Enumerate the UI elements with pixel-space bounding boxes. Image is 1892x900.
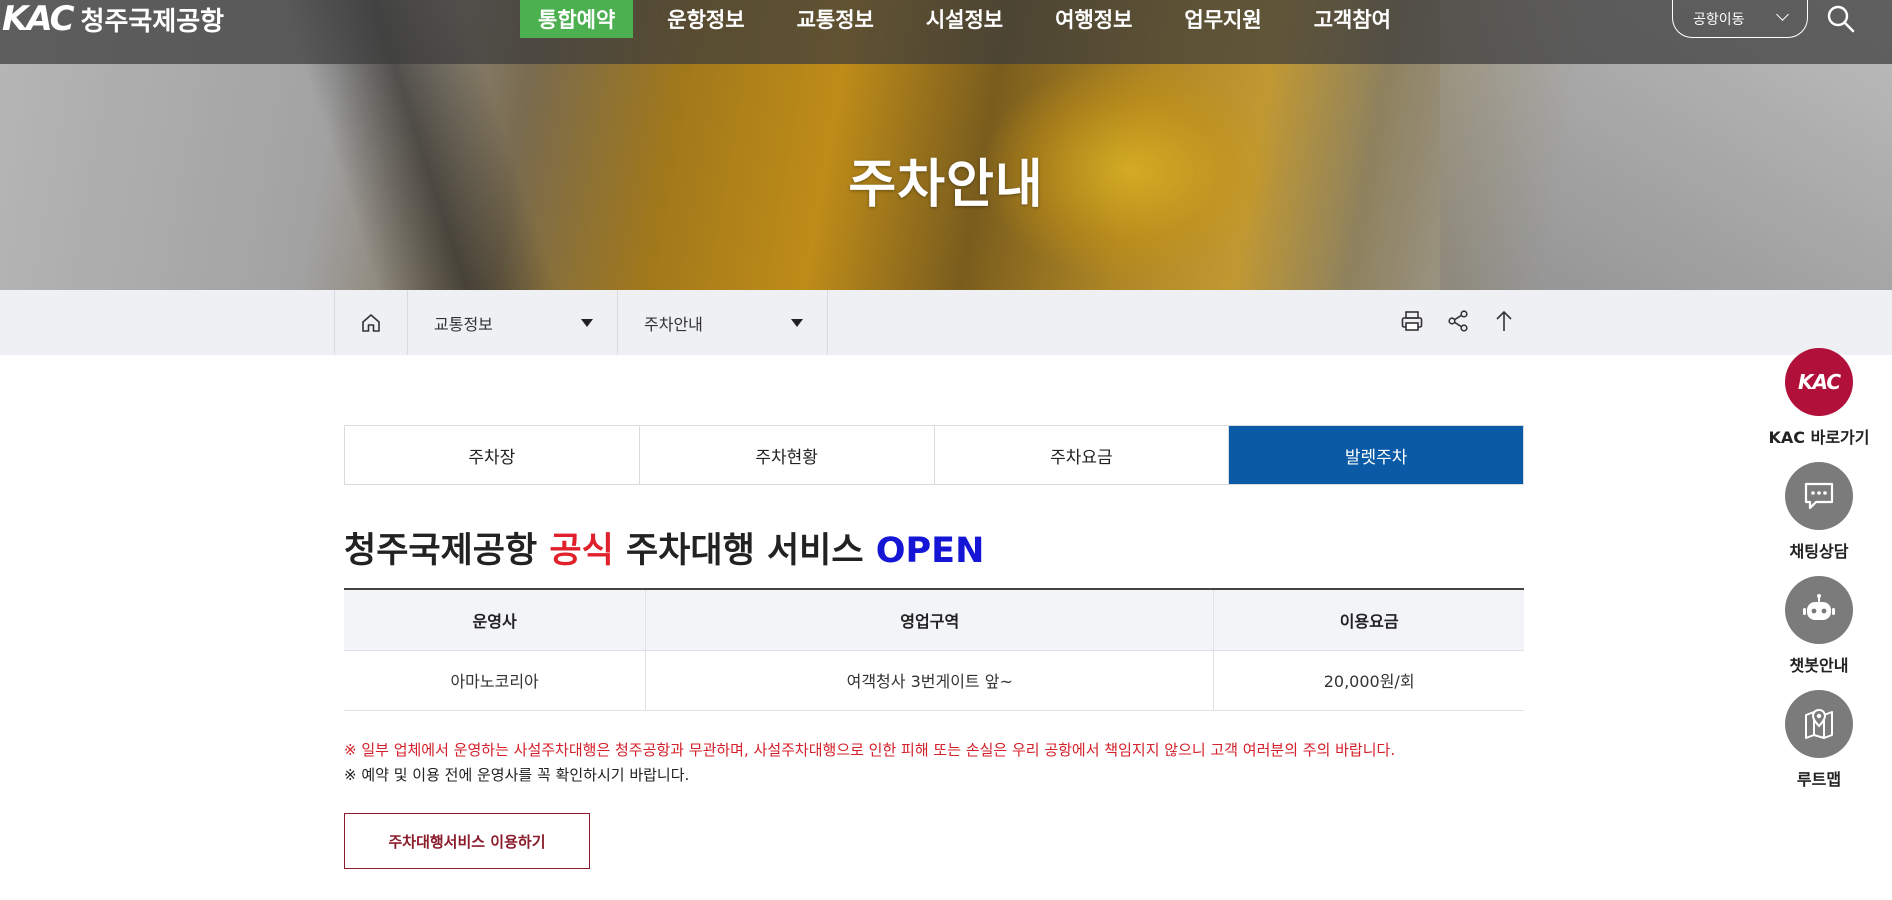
parking-tabs: 주차장 주차현황 주차요금 발렛주차 bbox=[344, 425, 1524, 485]
chevron-down-icon bbox=[1776, 8, 1789, 21]
quick-chat-consult[interactable]: 채팅상담 bbox=[1766, 462, 1872, 562]
print-icon[interactable] bbox=[1398, 307, 1426, 335]
breadcrumb: 교통정보 주차안내 bbox=[334, 290, 828, 355]
tab-parking-lot[interactable]: 주차장 bbox=[345, 426, 640, 484]
column-header-fee: 이용요금 bbox=[1213, 589, 1524, 651]
headline-open: OPEN bbox=[875, 531, 985, 571]
table-row: 아마노코리아 여객청사 3번게이트 앞~ 20,000원/회 bbox=[344, 650, 1524, 711]
breadcrumb-depth2-dropdown[interactable]: 주차안내 bbox=[618, 290, 828, 355]
page-tools bbox=[1398, 307, 1518, 335]
airport-select-label: 공항이동 bbox=[1693, 11, 1745, 28]
cell-operator: 아마노코리아 bbox=[344, 650, 647, 711]
kac-logo-icon: KAC bbox=[1785, 348, 1853, 416]
chat-icon bbox=[1785, 462, 1853, 530]
quick-chatbot[interactable]: 챗봇안내 bbox=[1766, 576, 1872, 676]
valet-service-button[interactable]: 주차대행서비스 이용하기 bbox=[344, 813, 590, 869]
breadcrumb-depth2-label: 주차안내 bbox=[644, 314, 703, 334]
quick-label: 루트맵 bbox=[1796, 770, 1842, 789]
kac-logo-mark: KAC bbox=[1797, 370, 1841, 394]
share-icon[interactable] bbox=[1444, 307, 1472, 335]
global-nav-bar: KAC 청주국제공항 통합예약 운항정보 교통정보 시설정보 여행정보 업무지원… bbox=[0, 0, 1892, 64]
location-bar: 교통정보 주차안내 bbox=[0, 290, 1892, 355]
headline-official: 공식 bbox=[549, 531, 614, 571]
airport-select[interactable]: 공항이동 bbox=[1672, 0, 1808, 38]
quick-kac-shortcut[interactable]: KAC KAC 바로가기 bbox=[1766, 348, 1872, 448]
table-header-row: 운영사 영업구역 이용요금 bbox=[344, 589, 1524, 651]
tab-parking-fee[interactable]: 주차요금 bbox=[934, 426, 1230, 484]
column-header-area: 영업구역 bbox=[645, 589, 1215, 651]
headline-part2: 주차대행 서비스 bbox=[613, 531, 876, 571]
tab-parking-status[interactable]: 주차현황 bbox=[639, 426, 935, 484]
cell-fee: 20,000원/회 bbox=[1213, 650, 1524, 711]
quick-label: KAC 바로가기 bbox=[1768, 428, 1870, 447]
site-logo[interactable]: KAC 청주국제공항 bbox=[0, 0, 225, 39]
quick-route-map[interactable]: 루트맵 bbox=[1766, 690, 1872, 790]
info-note: ※ 예약 및 이용 전에 운영사를 꼭 확인하시기 바랍니다. bbox=[344, 766, 690, 784]
quick-label: 채팅상담 bbox=[1789, 542, 1849, 561]
scroll-top-icon[interactable] bbox=[1490, 307, 1518, 335]
robot-icon bbox=[1785, 576, 1853, 644]
headline-part1: 청주국제공항 bbox=[344, 531, 550, 571]
nav-item-business[interactable]: 업무지원 bbox=[1166, 0, 1279, 38]
kac-logo-icon: KAC bbox=[2, 0, 75, 39]
caret-down-icon bbox=[581, 319, 593, 327]
breadcrumb-depth1-dropdown[interactable]: 교통정보 bbox=[408, 290, 618, 355]
breadcrumb-depth1-label: 교통정보 bbox=[434, 314, 493, 334]
map-icon bbox=[1785, 690, 1853, 758]
site-name: 청주국제공항 bbox=[80, 6, 225, 37]
quick-label: 챗봇안내 bbox=[1789, 656, 1849, 675]
search-icon[interactable] bbox=[1826, 4, 1856, 34]
warning-note: ※ 일부 업체에서 운영하는 사설주차대행은 청주공항과 무관하며, 사설주차대… bbox=[344, 741, 1396, 759]
tab-valet-parking[interactable]: 발렛주차 bbox=[1229, 426, 1523, 484]
nav-item-reservation[interactable]: 통합예약 bbox=[520, 0, 634, 38]
page-title: 주차안내 bbox=[848, 155, 1044, 215]
nav-item-flight-info[interactable]: 운항정보 bbox=[649, 0, 762, 38]
quick-menu: KAC KAC 바로가기 채팅상담 챗봇안내 루트맵 bbox=[1766, 348, 1872, 804]
section-headline: 청주국제공항 공식 주차대행 서비스 OPEN bbox=[344, 522, 984, 573]
nav-item-facilities[interactable]: 시설정보 bbox=[908, 0, 1021, 38]
nav-item-travel[interactable]: 여행정보 bbox=[1037, 0, 1150, 38]
column-header-operator: 운영사 bbox=[344, 589, 647, 651]
cell-area: 여객청사 3번게이트 앞~ bbox=[645, 650, 1215, 711]
home-icon[interactable] bbox=[334, 290, 408, 355]
nav-item-customer[interactable]: 고객참여 bbox=[1296, 0, 1409, 38]
main-nav: 통합예약 운항정보 교통정보 시설정보 여행정보 업무지원 고객참여 bbox=[520, 0, 1425, 38]
caret-down-icon bbox=[791, 319, 803, 327]
valet-info-table: 운영사 영업구역 이용요금 아마노코리아 여객청사 3번게이트 앞~ 20,00… bbox=[344, 588, 1524, 711]
nav-item-transport[interactable]: 교통정보 bbox=[779, 0, 892, 38]
